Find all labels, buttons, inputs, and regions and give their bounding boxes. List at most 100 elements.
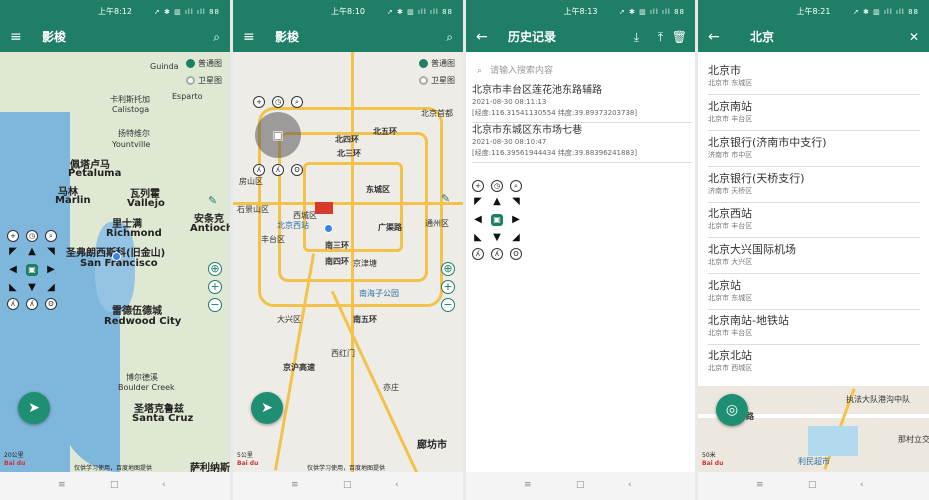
map-label: 南五环 — [353, 315, 377, 324]
edit-icon[interactable]: ✎ — [208, 194, 217, 207]
bike-icon[interactable]: ʘ — [45, 298, 57, 310]
arrow-up-left-icon[interactable]: ◤ — [7, 246, 19, 258]
history-item[interactable]: 北京市丰台区莲花池东路辅路 2021-08-30 08:11:13 [经度:11… — [472, 84, 692, 123]
lock-icon[interactable]: ▣ — [26, 264, 38, 276]
arrow-down-right-icon[interactable]: ◢ — [510, 232, 522, 244]
result-item[interactable]: 北京银行(天桥支行) 济南市 天桥区 — [708, 172, 920, 203]
run-icon[interactable]: ʎ — [26, 298, 38, 310]
download-icon[interactable]: ⤓ — [634, 29, 639, 45]
arrow-down-right-icon[interactable]: ◢ — [45, 282, 57, 294]
divider — [708, 344, 920, 345]
map-view[interactable]: 普通图 卫星图 Guinda Esparto 卡利斯托加 Calistoga 扬… — [0, 52, 230, 472]
send-location-button[interactable]: ➤ — [251, 392, 283, 424]
nav-home-button[interactable]: □ — [110, 480, 119, 490]
history-icon[interactable]: ◷ — [272, 96, 284, 108]
delete-icon[interactable]: 🗑 — [672, 29, 687, 45]
arrow-up-icon[interactable]: ▲ — [491, 196, 503, 208]
bike-icon[interactable]: ʘ — [510, 248, 522, 260]
arrow-down-left-icon[interactable]: ◣ — [472, 232, 484, 244]
search-location-icon[interactable]: ⌕ — [45, 230, 57, 242]
map-view[interactable]: 普通图 卫星图 北五环 北四环 北三环 东城区 石景山区 西城区 丰台区 北京西… — [233, 52, 463, 472]
history-icon[interactable]: ◷ — [491, 180, 503, 192]
history-item[interactable]: 北京市东城区东市场七巷 2021-08-30 08:10:47 [经度:116.… — [472, 124, 692, 163]
zoom-out-button[interactable]: − — [441, 298, 455, 312]
nav-home-button[interactable]: □ — [576, 480, 585, 490]
arrow-right-icon[interactable]: ▶ — [45, 264, 57, 276]
map-label: 北四环 — [335, 135, 359, 144]
nav-menu-button[interactable]: ≡ — [756, 480, 764, 490]
layer-satellite[interactable]: 卫星图 — [186, 75, 222, 86]
walk-icon[interactable]: ʎ — [7, 298, 19, 310]
layer-normal[interactable]: 普通图 — [419, 58, 455, 69]
arrow-up-icon[interactable]: ▲ — [26, 246, 38, 258]
location-pin[interactable] — [324, 224, 333, 233]
arrow-up-left-icon[interactable]: ◤ — [472, 196, 484, 208]
run-icon[interactable]: ʎ — [491, 248, 503, 260]
nav-menu-button[interactable]: ≡ — [524, 480, 532, 490]
result-item[interactable]: 北京南站-地铁站 北京市 丰台区 — [708, 314, 920, 345]
arrow-right-icon[interactable]: ▶ — [510, 214, 522, 226]
location-pin[interactable] — [112, 252, 121, 261]
result-item[interactable]: 北京大兴国际机场 北京市 大兴区 — [708, 243, 920, 274]
locate-icon[interactable]: ⊕ — [208, 262, 222, 276]
nav-back-button[interactable]: ‹ — [162, 480, 166, 490]
menu-icon[interactable]: ≡ — [243, 29, 255, 45]
back-arrow-icon[interactable]: ← — [476, 29, 488, 45]
joystick: + ◷ ⌕ ◤ ▲ ◥ ◀ ▣ ▶ ◣ ▼ ◢ ʎ ʎ ʘ — [472, 180, 526, 260]
zoom-in-button[interactable]: + — [441, 280, 455, 294]
add-icon[interactable]: + — [7, 230, 19, 242]
zoom-out-button[interactable]: − — [208, 298, 222, 312]
edit-icon[interactable]: ✎ — [441, 192, 450, 205]
upload-icon[interactable]: ⤒ — [658, 29, 663, 45]
result-item[interactable]: 北京银行(济南市中支行) 济南市 市中区 — [708, 136, 920, 167]
divider — [708, 202, 920, 203]
bike-icon[interactable]: ʘ — [291, 164, 303, 176]
nav-menu-button[interactable]: ≡ — [58, 480, 66, 490]
history-search-input[interactable]: ⌕ 请输入搜索内容 — [474, 62, 686, 80]
arrow-down-left-icon[interactable]: ◣ — [7, 282, 19, 294]
arrow-left-icon[interactable]: ◀ — [472, 214, 484, 226]
arrow-left-icon[interactable]: ◀ — [7, 264, 19, 276]
nav-menu-button[interactable]: ≡ — [291, 480, 299, 490]
status-icons: ➚ ✱ ▥ ıll ıll 88 — [153, 8, 220, 16]
run-icon[interactable]: ʎ — [272, 164, 284, 176]
search-icon[interactable]: ⌕ — [446, 29, 453, 45]
result-item[interactable]: 北京北站 北京市 西城区 — [708, 349, 920, 373]
close-icon[interactable]: ✕ — [909, 29, 919, 45]
result-item[interactable]: 北京西站 北京市 丰台区 — [708, 207, 920, 238]
arrow-down-icon[interactable]: ▼ — [26, 282, 38, 294]
nav-back-button[interactable]: ‹ — [628, 480, 632, 490]
arrow-up-right-icon[interactable]: ◥ — [45, 246, 57, 258]
arrow-down-icon[interactable]: ▼ — [491, 232, 503, 244]
joystick: + ◷ ⌕ ʎ ʎ ʘ — [253, 96, 307, 178]
search-icon[interactable]: ⌕ — [213, 29, 220, 45]
layer-normal[interactable]: 普通图 — [186, 58, 222, 69]
add-icon[interactable]: + — [472, 180, 484, 192]
walk-icon[interactable]: ʎ — [472, 248, 484, 260]
search-location-icon[interactable]: ⌕ — [510, 180, 522, 192]
menu-icon[interactable]: ≡ — [10, 29, 22, 45]
nav-back-button[interactable]: ‹ — [395, 480, 399, 490]
add-icon[interactable]: + — [253, 96, 265, 108]
map-label: Santa Cruz — [132, 413, 194, 424]
locate-icon[interactable]: ⊕ — [441, 262, 455, 276]
arrow-up-right-icon[interactable]: ◥ — [510, 196, 522, 208]
zoom-in-button[interactable]: + — [208, 280, 222, 294]
nav-back-button[interactable]: ‹ — [860, 480, 864, 490]
map-preview[interactable]: 十路 执法大队港沟中队 利民超市 那村立交 50米 Bai du ◎ — [698, 386, 929, 472]
result-item[interactable]: 北京南站 北京市 丰台区 — [708, 100, 920, 131]
search-location-icon[interactable]: ⌕ — [291, 96, 303, 108]
layer-switcher: 普通图 卫星图 — [186, 58, 222, 92]
result-item[interactable]: 北京站 北京市 东城区 — [708, 279, 920, 310]
back-arrow-icon[interactable]: ← — [708, 29, 720, 45]
history-icon[interactable]: ◷ — [26, 230, 38, 242]
locate-button[interactable]: ◎ — [716, 394, 748, 426]
send-location-button[interactable]: ➤ — [18, 392, 50, 424]
lock-icon[interactable]: ▣ — [491, 214, 503, 226]
divider — [472, 122, 692, 123]
nav-home-button[interactable]: □ — [808, 480, 817, 490]
layer-satellite[interactable]: 卫星图 — [419, 75, 455, 86]
result-item[interactable]: 北京市 北京市 东城区 — [708, 64, 920, 95]
nav-home-button[interactable]: □ — [343, 480, 352, 490]
walk-icon[interactable]: ʎ — [253, 164, 265, 176]
